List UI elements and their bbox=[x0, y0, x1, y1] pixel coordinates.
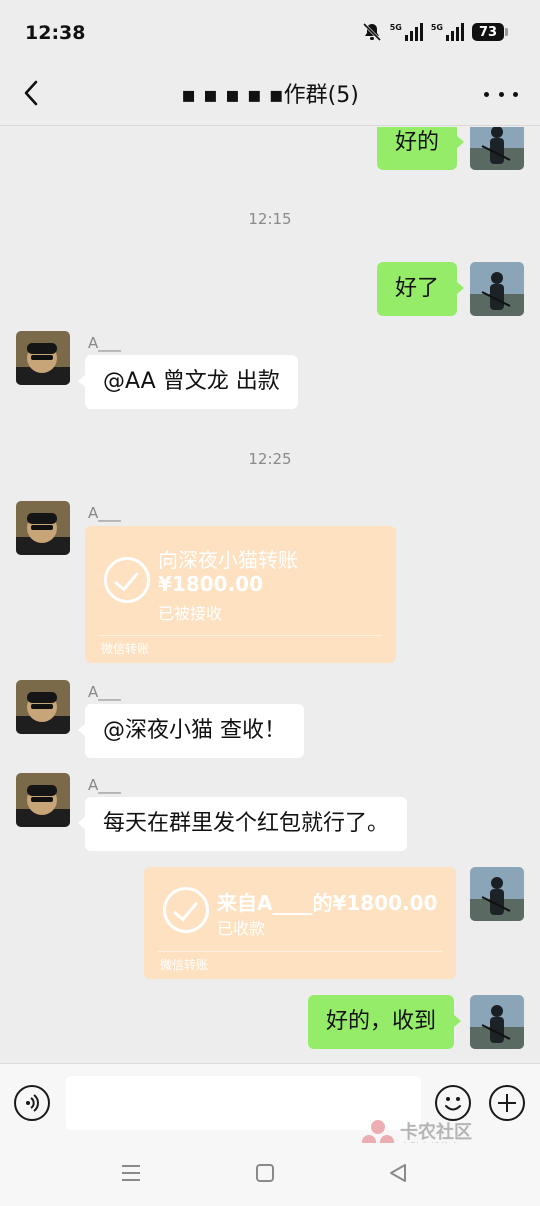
sender-name: A___ bbox=[88, 776, 121, 794]
transfer-card[interactable]: 向深夜小猫转账 ¥1800.00 已被接收 微信转账 bbox=[85, 526, 396, 663]
menu-icon[interactable] bbox=[120, 1163, 142, 1183]
message-bubble[interactable]: @深夜小猫 查收！ bbox=[78, 704, 304, 758]
emoji-icon bbox=[445, 1097, 461, 1111]
message-bubble[interactable]: 好的 bbox=[377, 127, 465, 170]
sender-name: A___ bbox=[88, 334, 121, 352]
my-avatar[interactable] bbox=[470, 127, 524, 170]
plus-icon bbox=[498, 1094, 516, 1112]
transfer-title: 向深夜小猫转账 bbox=[158, 548, 298, 572]
contact-avatar[interactable] bbox=[16, 331, 70, 385]
contact-avatar[interactable] bbox=[16, 773, 70, 827]
status-icons: 5G 5G 73 bbox=[362, 22, 508, 42]
sender-name: A___ bbox=[88, 504, 121, 522]
sender-name: A___ bbox=[88, 683, 121, 701]
mute-bell-icon bbox=[362, 22, 381, 42]
transfer-footer: 微信转账 bbox=[160, 958, 209, 972]
network-2-label: 5G bbox=[430, 23, 443, 32]
divider bbox=[158, 951, 442, 952]
check-circle-icon bbox=[163, 887, 209, 933]
transfer-amount: ¥1800.00 bbox=[158, 572, 264, 596]
network-1-label: 5G bbox=[389, 23, 402, 32]
message-bubble[interactable]: 好了 bbox=[377, 262, 465, 316]
my-avatar[interactable] bbox=[470, 995, 524, 1049]
home-icon[interactable] bbox=[255, 1163, 275, 1183]
signal-2-icon: 5G bbox=[431, 23, 464, 41]
transfer-status: 已被接收 bbox=[158, 604, 223, 623]
more-dots-icon bbox=[484, 91, 489, 97]
back-triangle-icon[interactable] bbox=[388, 1163, 408, 1183]
contact-avatar[interactable] bbox=[16, 680, 70, 734]
system-nav-bar bbox=[0, 1143, 540, 1206]
message-bubble[interactable]: 好的，收到 bbox=[308, 995, 462, 1049]
message-bubble[interactable]: 每天在群里发个红包就行了。 bbox=[77, 797, 408, 851]
transfer-title: 来自A____的¥1800.00 bbox=[217, 891, 438, 915]
chat-header: ▪ ▪ ▪ ▪ ▪作群(5) bbox=[0, 62, 540, 126]
transfer-footer: 微信转账 bbox=[101, 642, 150, 656]
more-options-button[interactable] bbox=[484, 80, 518, 108]
chat-title: ▪ ▪ ▪ ▪ ▪作群(5) bbox=[181, 83, 359, 108]
message-list[interactable]: 好的 12:15 好了 A___ @AA 曾文龙 出款 12:25 A___ 向… bbox=[0, 127, 540, 1063]
message-bubble[interactable]: @AA 曾文龙 出款 bbox=[78, 355, 298, 409]
transfer-status: 已收款 bbox=[217, 919, 266, 938]
timestamp: 12:15 bbox=[248, 210, 292, 228]
contact-avatar[interactable] bbox=[16, 501, 70, 555]
status-time: 12:38 bbox=[25, 22, 86, 44]
voice-icon bbox=[26, 1094, 39, 1112]
plus-button[interactable] bbox=[489, 1085, 525, 1121]
battery-icon: 73 bbox=[472, 23, 508, 41]
my-avatar[interactable] bbox=[470, 867, 524, 921]
voice-button[interactable] bbox=[14, 1085, 50, 1121]
check-circle-icon bbox=[104, 557, 150, 603]
status-bar: 12:38 5G 5G 73 bbox=[0, 0, 540, 62]
timestamp: 12:25 bbox=[248, 450, 292, 468]
divider bbox=[99, 635, 382, 636]
transfer-card[interactable]: 来自A____的¥1800.00 已收款 微信转账 bbox=[144, 867, 456, 979]
my-avatar[interactable] bbox=[470, 262, 524, 316]
signal-1-icon: 5G bbox=[390, 23, 423, 41]
